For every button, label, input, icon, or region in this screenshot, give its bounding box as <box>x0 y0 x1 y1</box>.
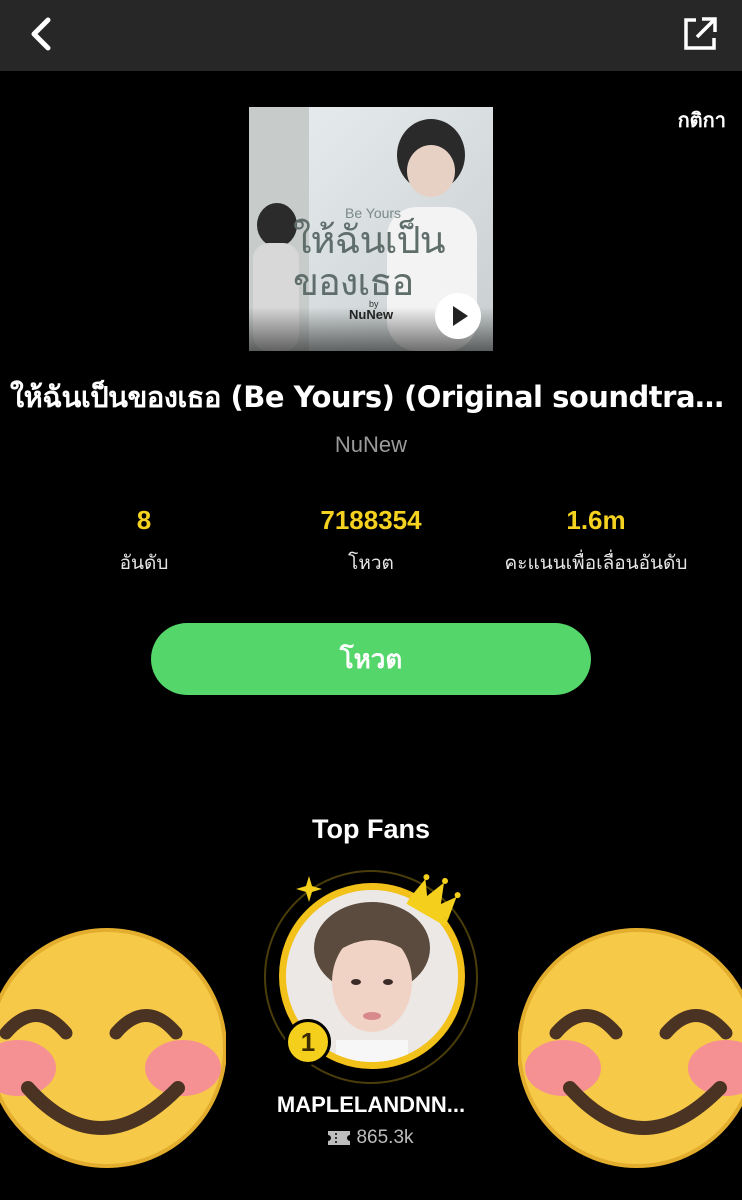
crown-icon <box>406 874 461 926</box>
smiling-face-with-blush-emoji <box>518 928 742 1168</box>
song-title: ให้ฉันเป็นของเธอ (Be Yours) (Original so… <box>10 380 732 414</box>
external-share-icon <box>684 17 717 50</box>
sparkle-icon <box>296 876 322 902</box>
top-fans-title: Top Fans <box>312 814 430 844</box>
top-fan-score-value: 865.3k <box>356 1127 414 1148</box>
song-vote-page: กติกา Be Yours ให้ฉันเป็นของเธอ by NuNew… <box>0 0 742 1200</box>
stat-value: 8 <box>136 505 152 535</box>
rules-link[interactable]: กติกา <box>660 104 726 136</box>
album-cover[interactable]: Be Yours ให้ฉันเป็นของเธอ by NuNew <box>249 107 493 351</box>
stat-votes: 7188354 โหวต <box>256 502 486 578</box>
chevron-left-icon <box>31 17 51 51</box>
rank-badge: 1 <box>285 1019 331 1065</box>
stat-value: 1.6m <box>566 505 626 535</box>
stat-label: คะแนนเพื่อเลื่อนอันดับ <box>504 552 688 574</box>
vote-button[interactable]: โหวต <box>151 623 591 695</box>
cover-title: ให้ฉันเป็นของเธอ <box>293 218 446 304</box>
top-bar <box>0 0 742 71</box>
stat-rank: 8 อันดับ <box>29 502 259 578</box>
smiling-face-with-blush-emoji <box>0 928 226 1168</box>
stat-points-to-next-rank: 1.6m คะแนนเพื่อเลื่อนอันดับ <box>481 502 711 578</box>
top-fan-name[interactable]: MAPLELANDNN... <box>220 1092 522 1118</box>
play-button[interactable] <box>435 293 481 339</box>
stat-value: 7188354 <box>320 505 422 535</box>
ticket-icon <box>328 1130 351 1145</box>
artist-name[interactable]: NuNew <box>0 432 742 458</box>
back-button[interactable] <box>24 12 64 56</box>
stat-label: อันดับ <box>119 552 169 574</box>
share-button[interactable] <box>680 14 720 54</box>
stat-label: โหวต <box>348 552 394 574</box>
cover-artist: NuNew <box>349 307 394 322</box>
